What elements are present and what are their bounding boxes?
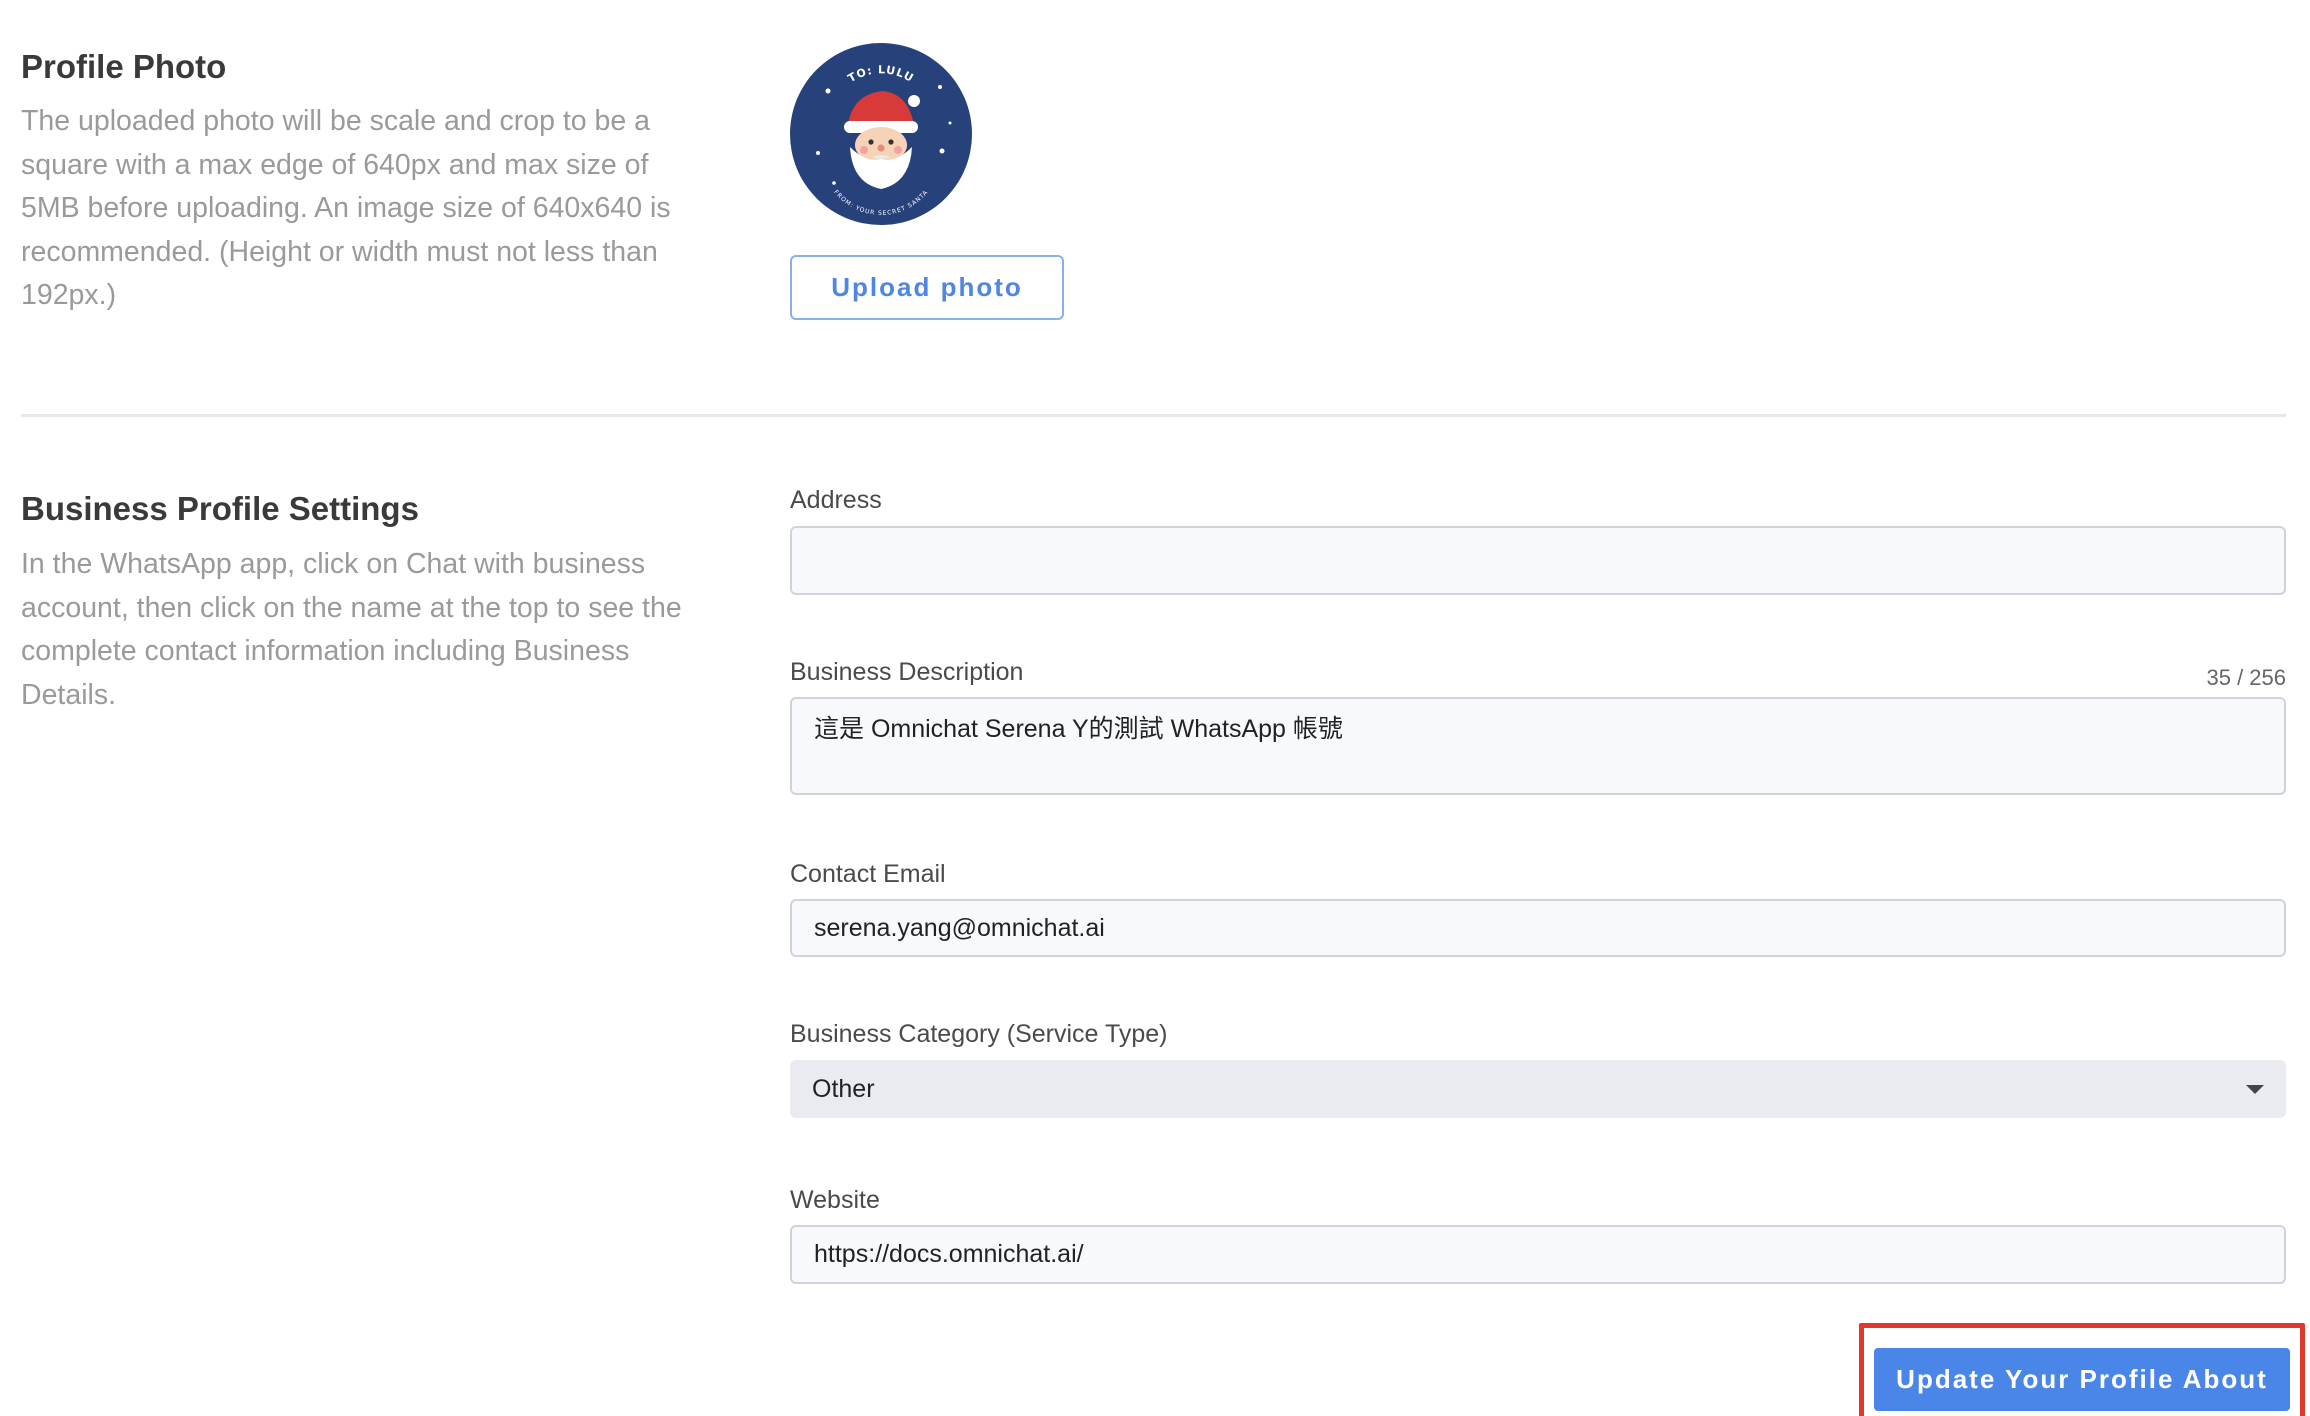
- address-input[interactable]: [790, 526, 2286, 595]
- business-description-counter: 35 / 256: [2206, 665, 2286, 690]
- profile-photo-description: The uploaded photo will be scale and cro…: [21, 105, 671, 311]
- business-category-select[interactable]: Other: [790, 1060, 2286, 1118]
- section-divider: [21, 414, 2286, 417]
- business-category-label: Business Category (Service Type): [790, 1020, 1168, 1048]
- contact-email-label: Contact Email: [790, 860, 946, 888]
- chevron-down-icon: [2246, 1084, 2264, 1094]
- business-description-label: Business Description: [790, 658, 1024, 686]
- upload-photo-button[interactable]: Upload photo: [790, 255, 1064, 320]
- profile-photo-title: Profile Photo: [21, 48, 227, 85]
- address-label: Address: [790, 486, 882, 514]
- business-description-textarea[interactable]: 這是 Omnichat Serena Y的測試 WhatsApp 帳號: [790, 697, 2286, 795]
- avatar-top-text: TO: LULU: [846, 63, 917, 85]
- business-profile-page: Profile Photo The uploaded photo will be…: [0, 0, 2310, 1416]
- business-profile-description: In the WhatsApp app, click on Chat with …: [21, 548, 682, 711]
- business-category-value: Other: [812, 1074, 875, 1103]
- update-profile-button[interactable]: Update Your Profile About: [1874, 1348, 2290, 1411]
- avatar-bottom-text: FROM: YOUR SECRET SANTA: [832, 189, 929, 217]
- contact-email-input[interactable]: serena.yang@omnichat.ai: [790, 899, 2286, 957]
- santa-avatar-image: TO: LULU FROM: YOUR SECRET SANTA: [816, 63, 952, 217]
- profile-avatar: TO: LULU FROM: YOUR SECRET SANTA: [790, 43, 972, 225]
- business-profile-title: Business Profile Settings: [21, 490, 419, 527]
- website-input[interactable]: https://docs.omnichat.ai/: [790, 1225, 2286, 1284]
- website-label: Website: [790, 1186, 880, 1214]
